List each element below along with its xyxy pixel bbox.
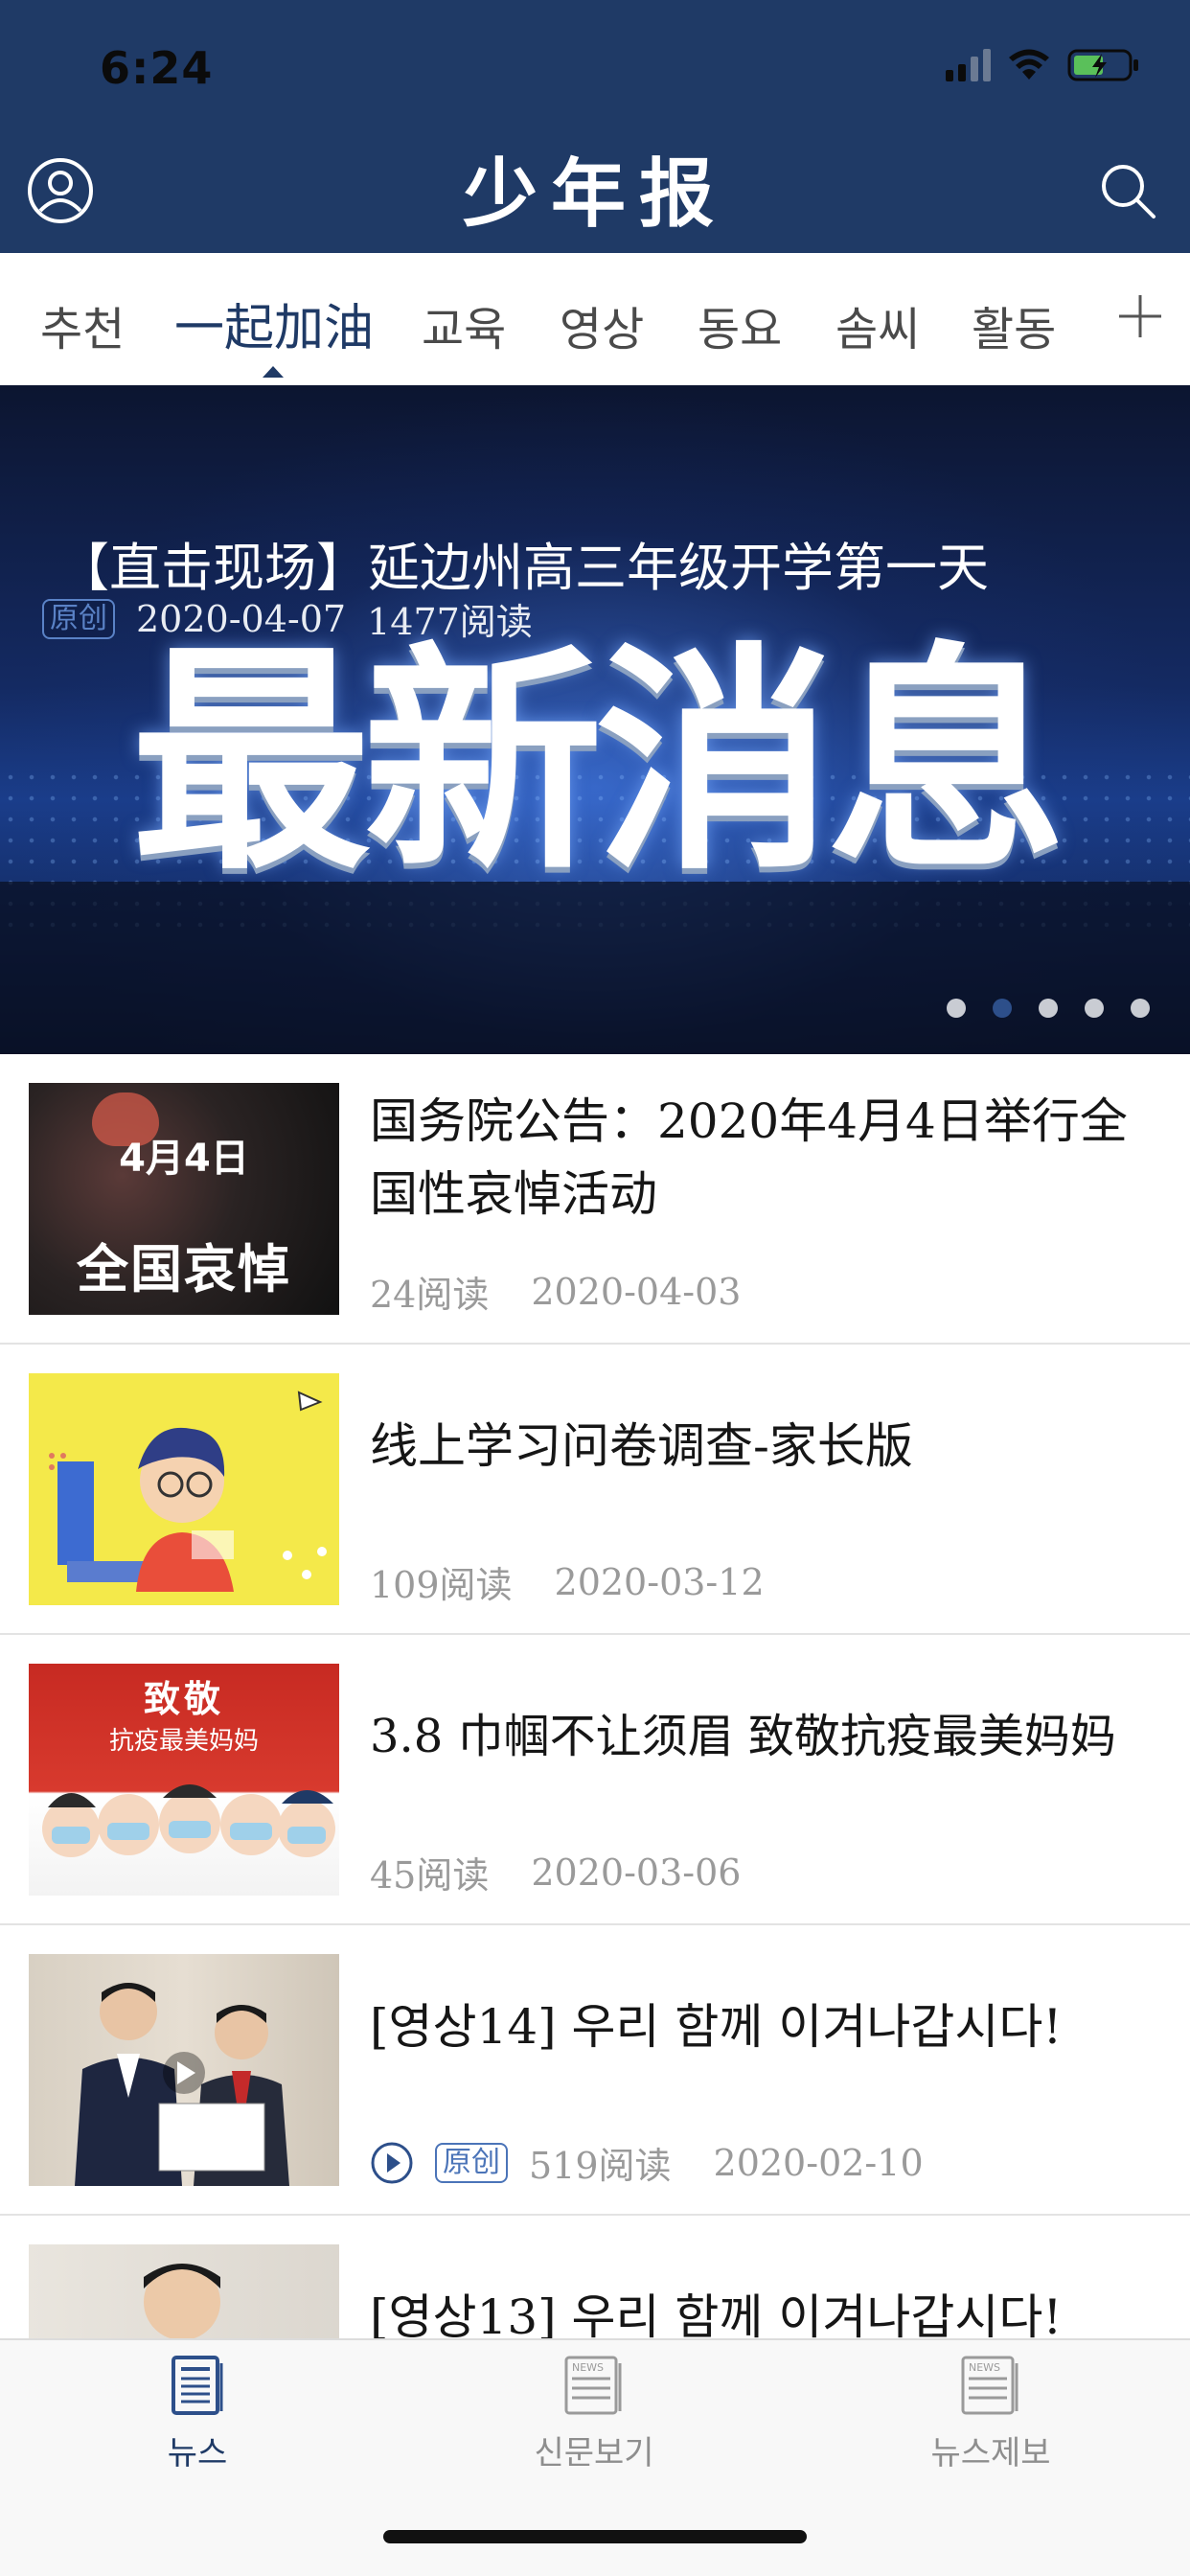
video-thumbnail xyxy=(29,1954,339,2186)
tab-video[interactable]: 영상 xyxy=(560,291,644,358)
news-list-item[interactable]: [영상14] 우리 함께 이겨나갑시다! 原创 519阅读 2020-02-10 xyxy=(0,1925,1190,2216)
pager-dot[interactable] xyxy=(1131,999,1150,1018)
publish-date: 2020-04-03 xyxy=(531,1270,742,1313)
nav-newspaper-view[interactable]: NEWS 신문보기 xyxy=(450,2354,738,2473)
banner-date: 2020-04-07 xyxy=(136,597,347,640)
news-paper-view-icon: NEWS xyxy=(564,2356,622,2415)
news-list-item[interactable]: 线上学习问卷调查-家长版 109阅读 2020-03-12 xyxy=(0,1345,1190,1635)
news-list-item[interactable]: 致敬 抗疫最美妈妈 3.8 巾帼不让须眉 致敬抗疫最美妈妈 45阅读 2020-… xyxy=(0,1635,1190,1925)
publish-date: 2020-03-06 xyxy=(531,1851,742,1894)
original-badge: 原创 xyxy=(435,2142,508,2183)
app-header: 6:24 少年报 xyxy=(0,0,1190,253)
news-thumbnail: 4月4日 全国哀悼 xyxy=(29,1083,339,1315)
tab-education[interactable]: 교육 xyxy=(422,291,506,358)
publish-date: 2020-02-10 xyxy=(713,2141,924,2184)
tab-together[interactable]: 一起加油 xyxy=(174,288,374,359)
nav-label: 뉴스제보 xyxy=(930,2434,1051,2472)
banner-reads: 1477阅读 xyxy=(367,601,533,643)
news-report-icon: NEWS xyxy=(961,2356,1018,2415)
category-tabs: 추천 一起加油 교육 영상 동요 솜씨 활동 xyxy=(0,253,1190,385)
publish-date: 2020-03-12 xyxy=(554,1560,765,1603)
nav-label: 신문보기 xyxy=(534,2434,654,2472)
active-tab-indicator xyxy=(263,366,284,378)
pager-dot[interactable] xyxy=(1085,999,1104,1018)
banner-caption-overlay xyxy=(0,882,1190,1054)
nav-news[interactable]: 뉴스 xyxy=(54,2354,341,2473)
featured-banner[interactable]: 最新消息 xyxy=(0,385,1190,1054)
svg-text:NEWS: NEWS xyxy=(572,2361,604,2374)
news-thumbnail: 致敬 抗疫最美妈妈 xyxy=(29,1664,339,1896)
read-count: 109阅读 xyxy=(370,1564,513,1606)
newspaper-icon xyxy=(172,2356,223,2415)
banner-meta: 原创 2020-04-07 1477阅读 xyxy=(42,592,533,645)
nav-label: 뉴스 xyxy=(167,2434,228,2472)
read-count: 24阅读 xyxy=(370,1274,490,1316)
students-video-still xyxy=(75,1983,289,2186)
tab-skills[interactable]: 솜씨 xyxy=(835,291,920,358)
news-title[interactable]: 线上学习问卷调查-家长版 xyxy=(370,1410,1156,1483)
tab-songs[interactable]: 동요 xyxy=(698,291,782,358)
video-play-icon[interactable] xyxy=(370,2141,414,2185)
news-meta: 24阅读 2020-04-03 xyxy=(370,1265,741,1318)
battery-icon xyxy=(1067,48,1140,82)
news-title[interactable]: 国务院公告：2020年4月4日举行全国性哀悼活动 xyxy=(370,1085,1156,1230)
banner-title[interactable]: 【直击现场】延边州高三年级开学第一天 xyxy=(57,525,989,601)
pager-dot[interactable] xyxy=(1039,999,1058,1018)
thumbnail-text: 全国哀悼 xyxy=(77,1239,291,1300)
news-thumbnail xyxy=(29,1373,339,1605)
search-icon[interactable] xyxy=(1098,161,1157,220)
tab-recommend[interactable]: 추천 xyxy=(40,291,125,358)
news-list-item[interactable]: 4月4日 全国哀悼 国务院公告：2020年4月4日举行全国性哀悼活动 24阅读 … xyxy=(0,1054,1190,1345)
add-tab-plus-icon[interactable] xyxy=(1111,288,1169,345)
read-count: 519阅读 xyxy=(529,2145,672,2187)
original-badge: 原创 xyxy=(42,598,115,639)
cellular-signal-icon xyxy=(946,49,991,81)
status-icons xyxy=(946,48,1140,82)
pager-dot-active[interactable] xyxy=(993,999,1012,1018)
news-title[interactable]: [영상14] 우리 함께 이겨나갑시다! xyxy=(370,1990,1156,2063)
status-time: 6:24 xyxy=(100,42,214,94)
pager-dot[interactable] xyxy=(947,999,966,1018)
thumbnail-text: 4月4日 xyxy=(119,1137,249,1181)
home-indicator[interactable] xyxy=(383,2530,807,2543)
read-count: 45阅读 xyxy=(370,1854,490,1897)
banner-pager xyxy=(947,999,1150,1018)
news-title[interactable]: 3.8 巾帼不让须眉 致敬抗疫最美妈妈 xyxy=(370,1700,1156,1773)
student-computer-illustration xyxy=(49,1391,327,1592)
svg-text:NEWS: NEWS xyxy=(969,2361,1000,2374)
tab-activity[interactable]: 활동 xyxy=(972,291,1056,358)
wifi-icon xyxy=(1008,49,1050,81)
news-meta: 原创 519阅读 2020-02-10 xyxy=(370,2136,924,2189)
app-title: 少年报 xyxy=(462,150,727,238)
news-meta: 109阅读 2020-03-12 xyxy=(370,1555,765,1608)
medical-workers-illustration xyxy=(42,1784,335,1857)
news-meta: 45阅读 2020-03-06 xyxy=(370,1846,741,1898)
nav-news-report[interactable]: NEWS 뉴스제보 xyxy=(847,2354,1134,2473)
